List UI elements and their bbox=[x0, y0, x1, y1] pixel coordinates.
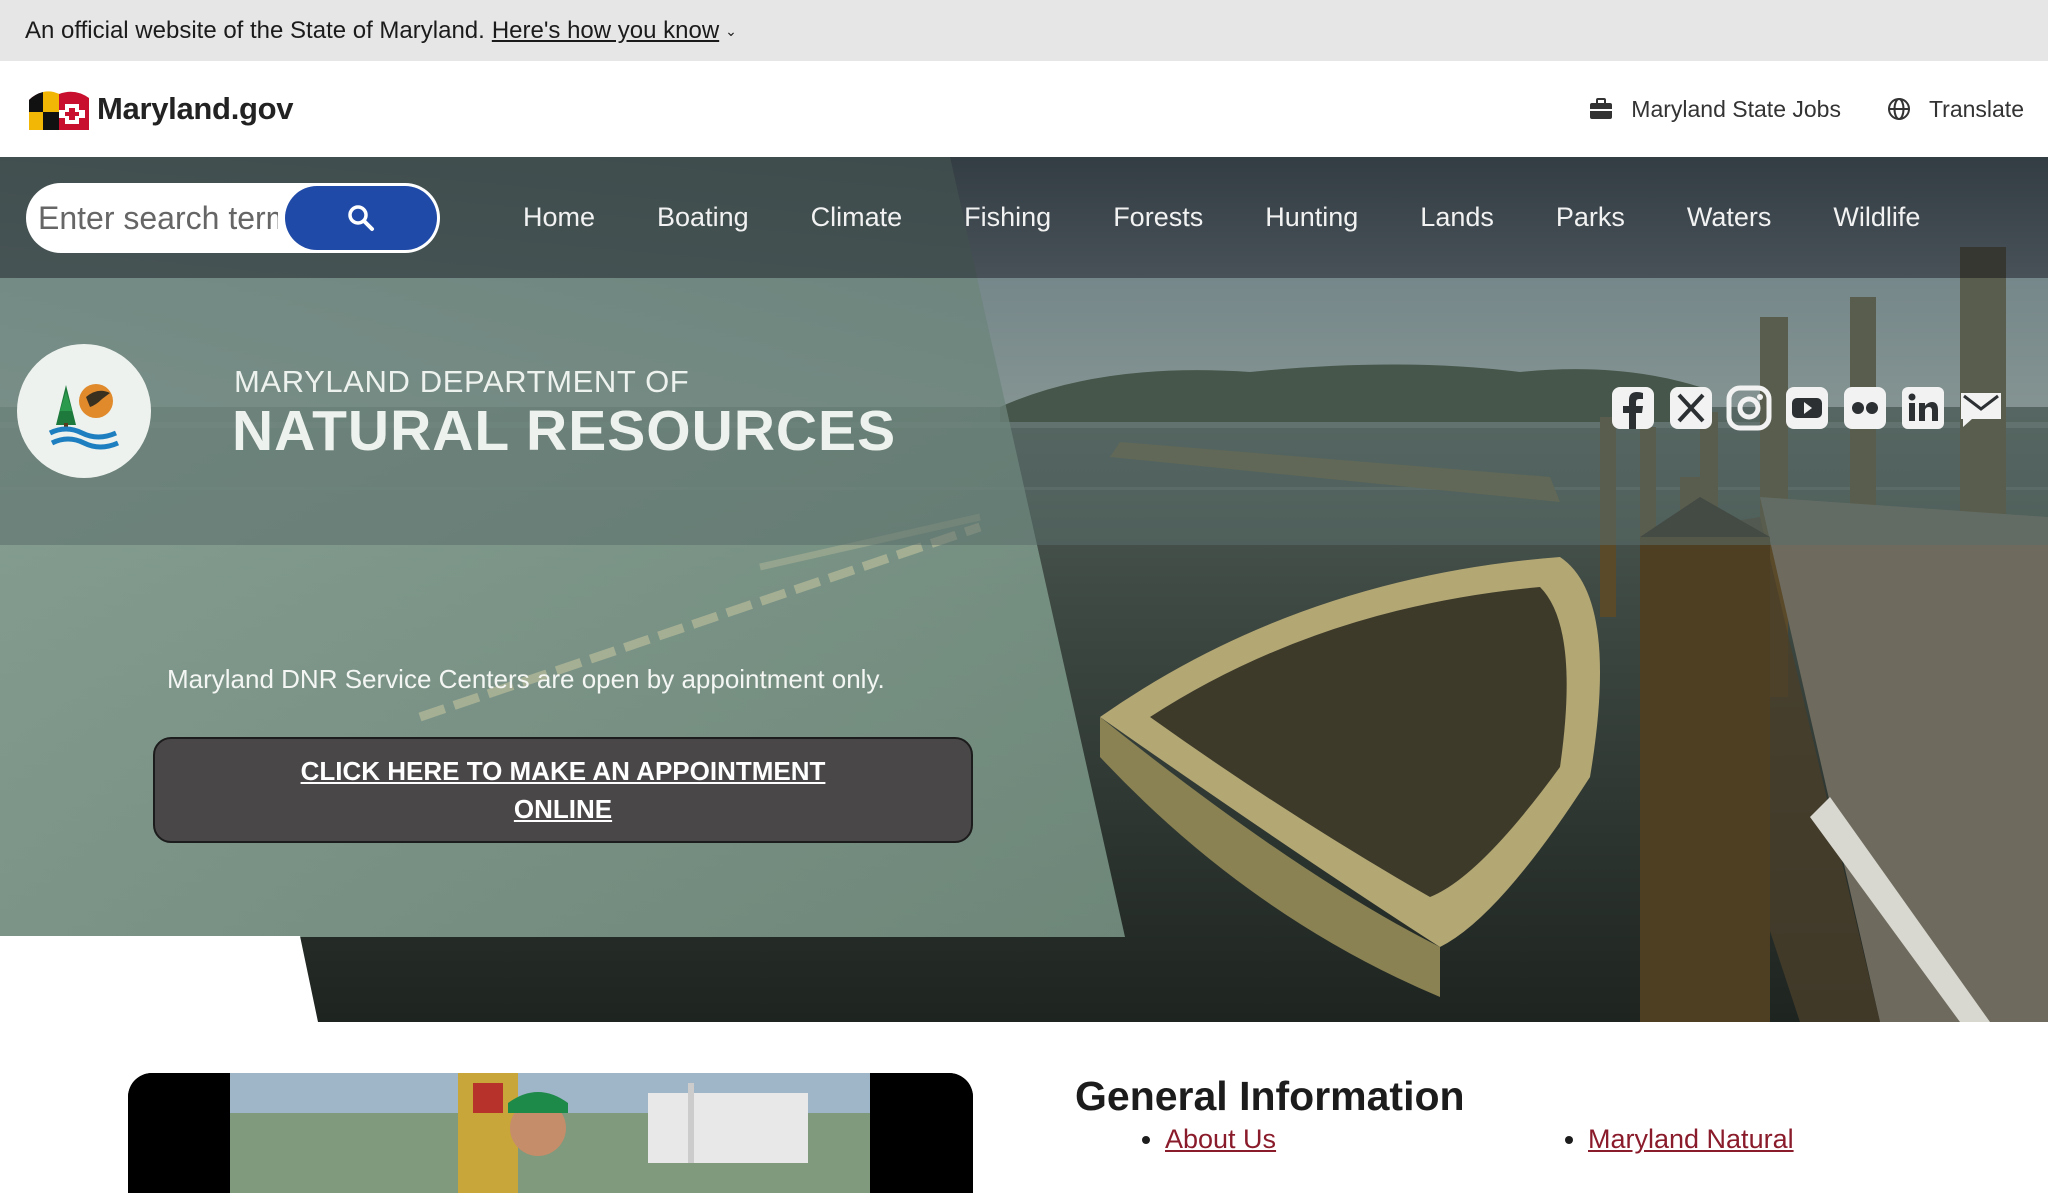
briefcase-icon bbox=[1590, 98, 1613, 119]
nav-boating[interactable]: Boating bbox=[657, 202, 749, 233]
site-header: Maryland.gov Maryland State Jobs Transla… bbox=[0, 61, 2048, 157]
search-input[interactable] bbox=[38, 199, 278, 237]
maryland-natural-link[interactable]: Maryland Natural bbox=[1588, 1124, 1794, 1154]
nav-wildlife[interactable]: Wildlife bbox=[1833, 202, 1920, 233]
how-you-know-label: Here's how you know bbox=[491, 16, 720, 44]
nav-parks[interactable]: Parks bbox=[1556, 202, 1625, 233]
main-navbar: Home Boating Climate Fishing Forests Hun… bbox=[0, 157, 2048, 278]
x-icon[interactable] bbox=[1668, 385, 1714, 431]
list-item: About Us bbox=[1165, 1124, 1276, 1155]
search-button[interactable] bbox=[285, 186, 437, 250]
dnr-seal-icon bbox=[48, 384, 120, 450]
dnr-subtitle: MARYLAND DEPARTMENT OF bbox=[234, 364, 690, 399]
youtube-icon[interactable] bbox=[1784, 385, 1830, 431]
globe-icon bbox=[1887, 98, 1910, 120]
official-banner-text: An official website of the State of Mary… bbox=[25, 16, 485, 44]
general-info-list-1: About Us bbox=[1165, 1124, 1276, 1155]
official-banner: An official website of the State of Mary… bbox=[0, 0, 2048, 61]
how-you-know-link[interactable]: Here's how you know ⌄ bbox=[492, 17, 737, 45]
nav-hunting[interactable]: Hunting bbox=[1265, 202, 1358, 233]
nav-climate[interactable]: Climate bbox=[811, 202, 903, 233]
primary-nav: Home Boating Climate Fishing Forests Hun… bbox=[492, 157, 1951, 278]
list-item: Maryland Natural bbox=[1588, 1124, 1794, 1155]
utility-links: Maryland State Jobs Translate bbox=[1589, 96, 2024, 123]
dnr-title: NATURAL RESOURCES bbox=[232, 399, 897, 463]
nav-lands[interactable]: Lands bbox=[1420, 202, 1494, 233]
facebook-icon[interactable] bbox=[1610, 385, 1656, 431]
email-icon[interactable] bbox=[1958, 385, 2004, 431]
instagram-icon[interactable] bbox=[1726, 385, 1772, 431]
hero: Home Boating Climate Fishing Forests Hun… bbox=[0, 157, 2048, 1022]
nav-forests[interactable]: Forests bbox=[1113, 202, 1203, 233]
translate-link[interactable]: Translate bbox=[1887, 96, 2024, 123]
brand-wordmark: Maryland.gov bbox=[97, 91, 294, 126]
make-appointment-button[interactable]: CLICK HERE TO MAKE AN APPOINTMENT ONLINE bbox=[153, 737, 973, 843]
nav-waters[interactable]: Waters bbox=[1687, 202, 1772, 233]
nav-home[interactable]: Home bbox=[523, 202, 595, 233]
search-icon bbox=[348, 205, 374, 231]
featured-video[interactable] bbox=[128, 1073, 973, 1193]
state-jobs-label: Maryland State Jobs bbox=[1631, 95, 1841, 122]
chevron-down-icon: ⌄ bbox=[725, 22, 737, 39]
maryland-gov-logo-link[interactable]: Maryland.gov bbox=[25, 86, 294, 132]
state-jobs-link[interactable]: Maryland State Jobs bbox=[1589, 96, 1841, 123]
translate-label: Translate bbox=[1928, 95, 2024, 122]
dnr-logo[interactable] bbox=[17, 344, 151, 478]
search-box bbox=[26, 183, 440, 253]
about-us-link[interactable]: About Us bbox=[1165, 1124, 1276, 1154]
linkedin-icon[interactable] bbox=[1900, 385, 1946, 431]
video-thumbnail-image bbox=[128, 1073, 973, 1193]
general-info-list-2: Maryland Natural bbox=[1588, 1124, 1794, 1155]
service-notice-text: Maryland DNR Service Centers are open by… bbox=[167, 664, 885, 694]
nav-fishing[interactable]: Fishing bbox=[964, 202, 1051, 233]
flickr-icon[interactable] bbox=[1842, 385, 1888, 431]
general-information-heading: General Information bbox=[1075, 1073, 1465, 1119]
social-links bbox=[1610, 385, 2004, 431]
maryland-flag-icon bbox=[29, 91, 89, 130]
